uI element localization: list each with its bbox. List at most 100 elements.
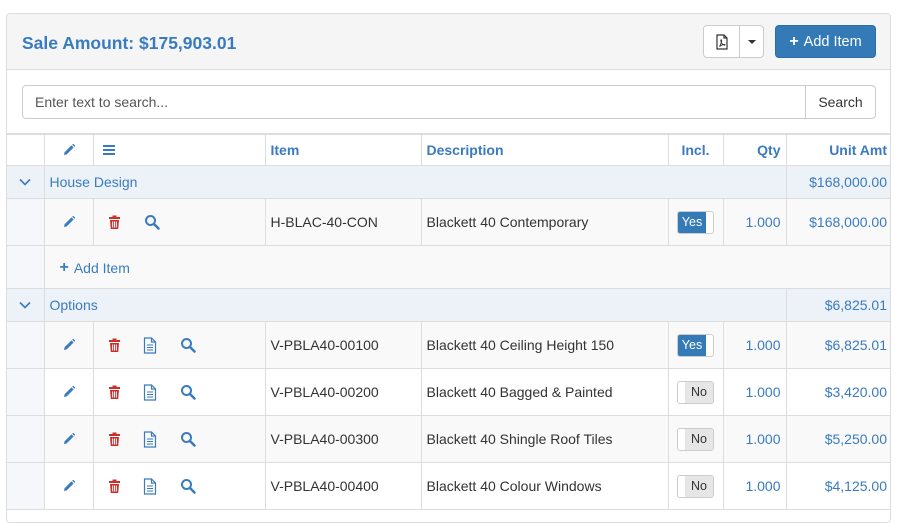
item-code: V-PBLA40-00300	[264, 415, 422, 463]
include-toggle[interactable]: Yes	[677, 333, 714, 357]
group-collapse-toggle[interactable]	[7, 165, 45, 199]
unit-amt-value: $168,000.00	[785, 198, 890, 246]
include-toggle-label: No	[685, 428, 713, 450]
document-icon[interactable]	[140, 429, 160, 449]
list-icon	[99, 140, 119, 160]
chevron-down-icon	[15, 172, 35, 192]
incl-cell: No	[667, 415, 724, 463]
edit-cell	[43, 321, 94, 369]
search-icon[interactable]	[178, 382, 198, 402]
add-item-cell: + Add Item	[43, 245, 890, 289]
document-icon[interactable]	[140, 382, 160, 402]
row-actions	[92, 198, 266, 246]
incl-cell: No	[667, 462, 724, 510]
item-description: Blackett 40 Contemporary	[420, 198, 669, 246]
pdf-dropdown-toggle[interactable]	[739, 25, 764, 58]
toggle-knob	[706, 334, 713, 356]
edit-row-pencil-icon[interactable]	[59, 212, 79, 232]
add-item-row: + Add Item	[7, 245, 890, 289]
row-actions	[92, 368, 266, 416]
table-row: V-PBLA40-00300 Blackett 40 Shingle Roof …	[7, 415, 890, 463]
header-blank	[7, 134, 45, 166]
trash-icon[interactable]	[105, 335, 125, 355]
include-toggle[interactable]: Yes	[677, 210, 714, 234]
header-menu[interactable]	[92, 134, 266, 166]
group-total: $6,825.01	[785, 288, 890, 322]
search-input[interactable]	[22, 85, 806, 119]
qty-value: 1.000	[722, 462, 787, 510]
table-row: V-PBLA40-00400 Blackett 40 Colour Window…	[7, 462, 890, 510]
item-code: V-PBLA40-00400	[264, 462, 422, 510]
table-row: H-BLAC-40-CON Blackett 40 Contemporary Y…	[7, 198, 890, 246]
row-spacer	[7, 198, 45, 246]
toggle-knob	[706, 211, 713, 233]
qty-value: 1.000	[722, 368, 787, 416]
header-incl[interactable]: Incl.	[667, 134, 724, 166]
edit-cell	[43, 462, 94, 510]
add-item-button[interactable]: + Add Item	[775, 25, 876, 58]
item-description: Blackett 40 Shingle Roof Tiles	[420, 415, 669, 463]
item-code: V-PBLA40-00100	[264, 321, 422, 369]
table-row: V-PBLA40-00200 Blackett 40 Bagged & Pain…	[7, 368, 890, 416]
header-unit-amt[interactable]: Unit Amt	[785, 134, 890, 166]
add-item-link[interactable]: + Add Item	[50, 258, 130, 276]
group-total: $168,000.00	[785, 165, 890, 199]
panel-heading: Sale Amount: $175,903.01 + Add Item	[7, 14, 890, 70]
search-button[interactable]: Search	[805, 85, 876, 119]
incl-cell: No	[667, 368, 724, 416]
plus-icon: +	[59, 258, 69, 276]
toggle-knob	[678, 428, 685, 450]
edit-row-pencil-icon[interactable]	[59, 429, 79, 449]
group-collapse-toggle[interactable]	[7, 288, 45, 322]
unit-amt-value: $6,825.01	[785, 321, 890, 369]
row-actions	[92, 462, 266, 510]
edit-cell	[43, 368, 94, 416]
edit-row-pencil-icon[interactable]	[59, 382, 79, 402]
trash-icon[interactable]	[105, 476, 125, 496]
toggle-knob	[678, 381, 685, 403]
table-row: V-PBLA40-00100 Blackett 40 Ceiling Heigh…	[7, 321, 890, 369]
table-header-row: Item Description Incl. Qty Unit Amt	[7, 134, 890, 166]
include-toggle[interactable]: No	[677, 474, 714, 498]
search-icon[interactable]	[178, 476, 198, 496]
include-toggle-label: No	[685, 475, 713, 497]
edit-row-pencil-icon[interactable]	[59, 476, 79, 496]
header-qty[interactable]: Qty	[722, 134, 787, 166]
trash-icon[interactable]	[105, 212, 125, 232]
toggle-knob	[678, 475, 685, 497]
item-description: Blackett 40 Bagged & Painted	[420, 368, 669, 416]
row-spacer	[7, 462, 45, 510]
header-description[interactable]: Description	[420, 134, 669, 166]
document-icon[interactable]	[140, 335, 160, 355]
qty-value: 1.000	[722, 321, 787, 369]
sale-amount-title: Sale Amount: $175,903.01	[22, 33, 237, 53]
edit-cell	[43, 415, 94, 463]
pencil-icon	[59, 140, 79, 160]
item-code: V-PBLA40-00200	[264, 368, 422, 416]
qty-value: 1.000	[722, 415, 787, 463]
search-icon[interactable]	[178, 335, 198, 355]
header-item[interactable]: Item	[264, 134, 422, 166]
group-row-options[interactable]: Options $6,825.01	[7, 288, 890, 322]
add-item-link-label: Add Item	[73, 259, 130, 276]
item-description: Blackett 40 Colour Windows	[420, 462, 669, 510]
row-actions	[92, 321, 266, 369]
group-row-house-design[interactable]: House Design $168,000.00	[7, 165, 890, 199]
trash-icon[interactable]	[105, 382, 125, 402]
edit-row-pencil-icon[interactable]	[59, 335, 79, 355]
row-spacer	[7, 415, 45, 463]
include-toggle-label: Yes	[678, 211, 706, 233]
sale-items-panel: Sale Amount: $175,903.01 + Add Item Ente…	[6, 13, 891, 523]
chevron-down-icon	[15, 295, 35, 315]
incl-cell: Yes	[667, 198, 724, 246]
document-icon[interactable]	[140, 476, 160, 496]
search-icon[interactable]	[142, 212, 162, 232]
pdf-export-group	[703, 25, 764, 58]
search-icon[interactable]	[178, 429, 198, 449]
row-spacer	[7, 368, 45, 416]
trash-icon[interactable]	[105, 429, 125, 449]
include-toggle[interactable]: No	[677, 380, 714, 404]
row-spacer	[7, 245, 45, 289]
include-toggle[interactable]: No	[677, 427, 714, 451]
pdf-export-button[interactable]	[703, 25, 740, 58]
